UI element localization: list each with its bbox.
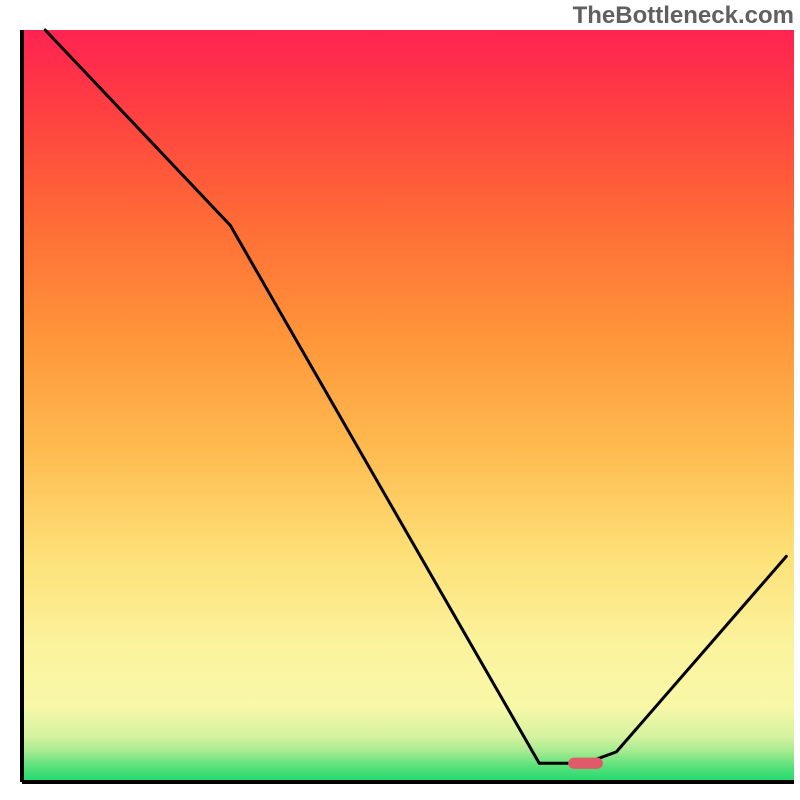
plot-background (22, 30, 794, 782)
chart-stage: TheBottleneck.com (0, 0, 800, 800)
optimal-marker (568, 758, 603, 769)
bottleneck-plot (0, 0, 800, 800)
